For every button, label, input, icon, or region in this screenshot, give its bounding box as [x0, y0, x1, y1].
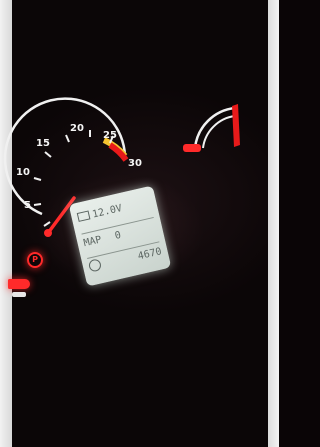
tick-label-15: 15	[36, 138, 50, 149]
parking-brake-icon: P	[27, 252, 43, 268]
tick-label-30: 30	[128, 158, 142, 169]
secondary-gauge-redline	[232, 104, 240, 147]
dashboard-scene: 5 10 15 20 25 30 12.0V MAP 0 4670 P	[0, 0, 279, 447]
lcd-voltage-value: 12.0V	[91, 202, 124, 221]
side-indicator-glow	[12, 292, 26, 297]
side-indicator-lamp	[8, 279, 30, 289]
tachometer-hub	[44, 229, 52, 237]
lcd-map-label: MAP	[82, 234, 103, 250]
tachometer-needle	[46, 196, 76, 235]
battery-icon	[76, 209, 91, 222]
tick-label-5: 5	[24, 200, 31, 211]
tick-label-10: 10	[16, 167, 30, 178]
tick-label-20: 20	[70, 123, 84, 134]
secondary-gauge-needle-base	[183, 144, 201, 152]
gauge-icon	[87, 258, 103, 273]
secondary-gauge	[183, 104, 240, 152]
secondary-gauge-outer-arc	[193, 106, 236, 149]
lcd-map-value: 0	[113, 229, 123, 242]
parking-brake-label: P	[32, 255, 38, 264]
lcd-hours-value: 4670	[136, 246, 163, 263]
tick-label-25: 25	[103, 130, 117, 141]
